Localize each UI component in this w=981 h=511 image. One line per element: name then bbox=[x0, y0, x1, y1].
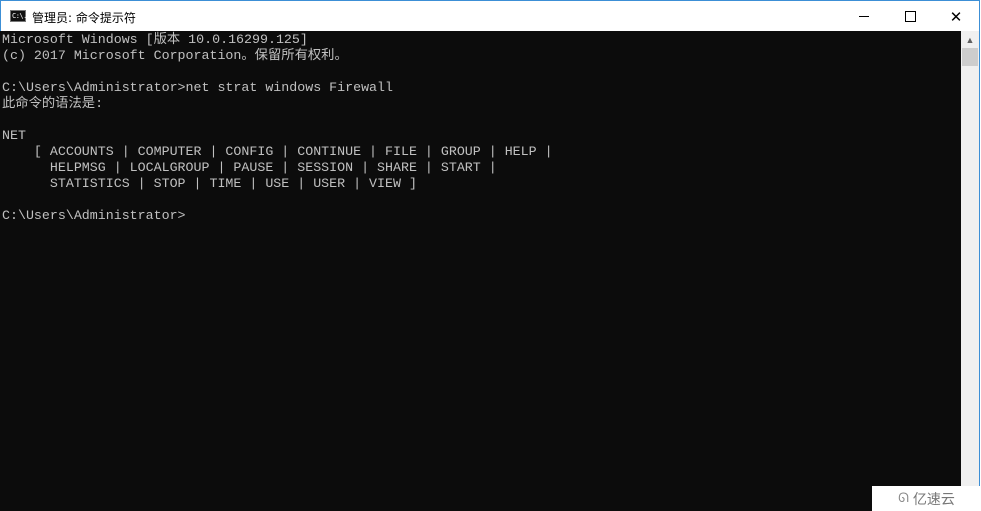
close-icon: ✕ bbox=[949, 8, 963, 26]
scroll-thumb[interactable] bbox=[962, 48, 978, 66]
console-output[interactable]: Microsoft Windows [版本 10.0.16299.125] (c)… bbox=[0, 31, 961, 511]
close-button[interactable]: ✕ bbox=[933, 1, 979, 32]
console-line: (c) 2017 Microsoft Corporation。保留所有权利。 bbox=[2, 48, 348, 63]
maximize-icon bbox=[904, 11, 916, 22]
window-title: 管理员: 命令提示符 bbox=[32, 11, 136, 25]
minimize-button[interactable] bbox=[841, 1, 887, 32]
vertical-scrollbar[interactable]: ▲ bbox=[961, 31, 979, 511]
console-line: 此命令的语法是: bbox=[2, 96, 104, 111]
console-text: Microsoft Windows [版本 10.0.16299.125] (c)… bbox=[2, 32, 553, 224]
minimize-icon bbox=[859, 16, 869, 17]
console-line: STATISTICS | STOP | TIME | USE | USER | … bbox=[2, 176, 417, 191]
console-line: C:\Users\Administrator>net strat windows… bbox=[2, 80, 393, 95]
scroll-up-button[interactable]: ▲ bbox=[961, 31, 979, 48]
watermark-text: 亿速云 bbox=[912, 491, 955, 508]
cmd-icon[interactable]: C:\. bbox=[10, 10, 27, 22]
chevron-up-icon: ▲ bbox=[965, 34, 975, 45]
console-line: Microsoft Windows [版本 10.0.16299.125] bbox=[2, 32, 308, 47]
title-bar[interactable]: C:\. 管理员: 命令提示符 ✕ bbox=[1, 1, 979, 32]
console-line: [ ACCOUNTS | COMPUTER | CONFIG | CONTINU… bbox=[2, 144, 553, 159]
cloud-logo-icon: ᘏ bbox=[898, 491, 909, 506]
console-prompt: C:\Users\Administrator> bbox=[2, 208, 186, 223]
console-line: HELPMSG | LOCALGROUP | PAUSE | SESSION |… bbox=[2, 160, 497, 175]
watermark: ᘏ 亿速云 bbox=[872, 486, 981, 511]
maximize-button[interactable] bbox=[887, 1, 933, 32]
console-line: NET bbox=[2, 128, 26, 143]
